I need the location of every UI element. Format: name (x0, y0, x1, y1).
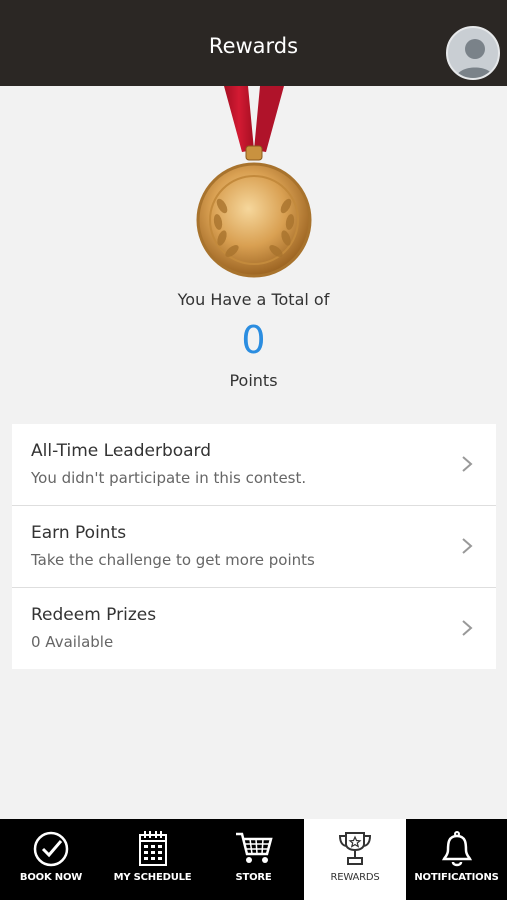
tab-label: REWARDS (330, 872, 380, 883)
earn-points-title: Earn Points (31, 523, 127, 543)
tab-book-now[interactable]: BOOK NOW (0, 819, 102, 900)
tab-label: STORE (235, 872, 272, 883)
redeem-prizes-title: Redeem Prizes (31, 605, 157, 625)
chevron-right-icon (462, 620, 473, 636)
page-title: Rewards (208, 34, 299, 58)
bottom-tab-bar: BOOK NOW MY SCHEDULE STORE REWARDS NOTIF… (0, 819, 507, 900)
tab-label: BOOK NOW (19, 872, 83, 883)
cart-icon (235, 832, 273, 863)
points-unit-label: Points (229, 371, 278, 390)
app-header: Rewards (0, 0, 507, 86)
tab-notifications[interactable]: NOTIFICATIONS (406, 819, 507, 900)
leaderboard-row[interactable]: All-Time Leaderboard You didn't particip… (12, 424, 496, 505)
trophy-icon (338, 832, 372, 865)
redeem-prizes-row[interactable]: Redeem Prizes 0 Available (12, 588, 496, 669)
leaderboard-title: All-Time Leaderboard (31, 441, 212, 461)
profile-avatar[interactable] (446, 26, 500, 80)
check-circle-icon (33, 831, 69, 867)
chevron-right-icon (462, 538, 473, 554)
points-total-label: You Have a Total of (177, 290, 330, 309)
leaderboard-subtitle: You didn't participate in this contest. (31, 469, 307, 487)
points-value: 0 (241, 318, 266, 362)
earn-points-row[interactable]: Earn Points Take the challenge to get mo… (12, 506, 496, 587)
tab-my-schedule[interactable]: MY SCHEDULE (102, 819, 203, 900)
rewards-menu-card: All-Time Leaderboard You didn't particip… (12, 424, 496, 669)
medal-icon (196, 86, 312, 278)
chevron-right-icon (462, 456, 473, 472)
tab-store[interactable]: STORE (203, 819, 304, 900)
redeem-prizes-subtitle: 0 Available (31, 633, 114, 651)
tab-rewards[interactable]: REWARDS (304, 819, 406, 900)
earn-points-subtitle: Take the challenge to get more points (31, 551, 315, 569)
bell-icon (441, 831, 472, 867)
user-icon (456, 39, 494, 78)
tab-label: NOTIFICATIONS (414, 872, 499, 883)
calendar-icon (138, 831, 167, 866)
tab-label: MY SCHEDULE (113, 872, 192, 883)
